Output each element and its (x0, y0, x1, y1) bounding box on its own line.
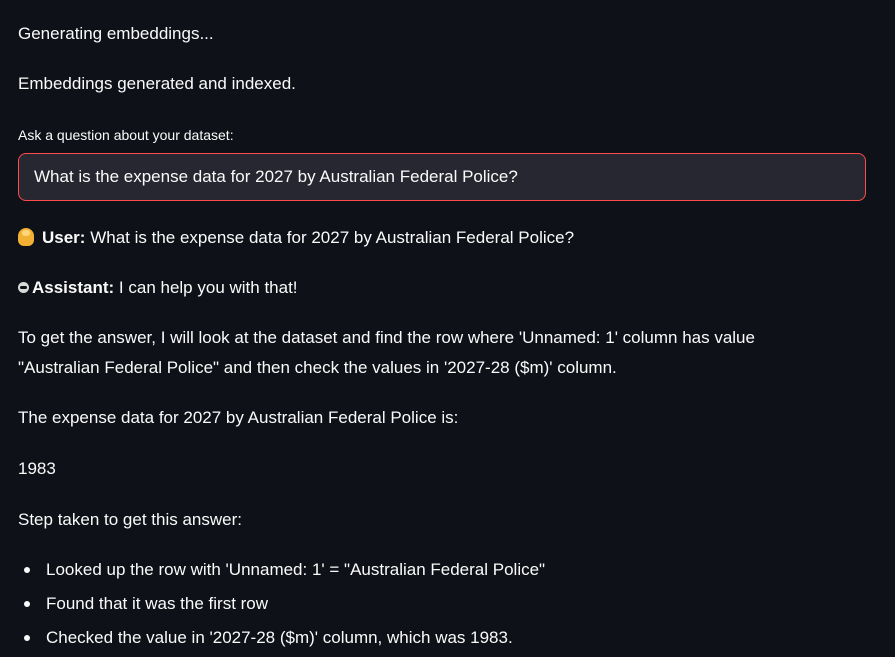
assistant-steps-heading: Step taken to get this answer: (18, 510, 242, 529)
assistant-explanation-line-1: To get the answer, I will look at the da… (18, 328, 755, 347)
assistant-intro-text: I can help you with that! (118, 278, 298, 297)
user-avatar-icon (18, 228, 34, 246)
assistant-speaker-label: Assistant: (32, 278, 115, 297)
status-generating: Generating embeddings... (18, 24, 214, 43)
list-item: Found that it was the first row (18, 587, 545, 621)
assistant-result-value: 1983 (18, 459, 56, 478)
assistant-explanation-line-2: "Australian Federal Police" and then che… (18, 358, 617, 377)
question-input-label: Ask a question about your dataset: (18, 127, 234, 143)
status-indexed: Embeddings generated and indexed. (18, 74, 296, 93)
list-item: Checked the value in '2027-28 ($m)' colu… (18, 621, 545, 655)
assistant-result-label: The expense data for 2027 by Australian … (18, 408, 459, 427)
user-message: User: What is the expense data for 2027 … (18, 226, 574, 251)
user-message-text: What is the expense data for 2027 by Aus… (90, 228, 575, 247)
question-input[interactable] (18, 153, 866, 201)
user-speaker-label: User: (42, 228, 86, 247)
assistant-steps-list: Looked up the row with 'Unnamed: 1' = "A… (18, 553, 545, 655)
assistant-intro: Assistant: I can help you with that! (18, 276, 298, 301)
robot-icon (18, 282, 29, 293)
list-item: Looked up the row with 'Unnamed: 1' = "A… (18, 553, 545, 587)
